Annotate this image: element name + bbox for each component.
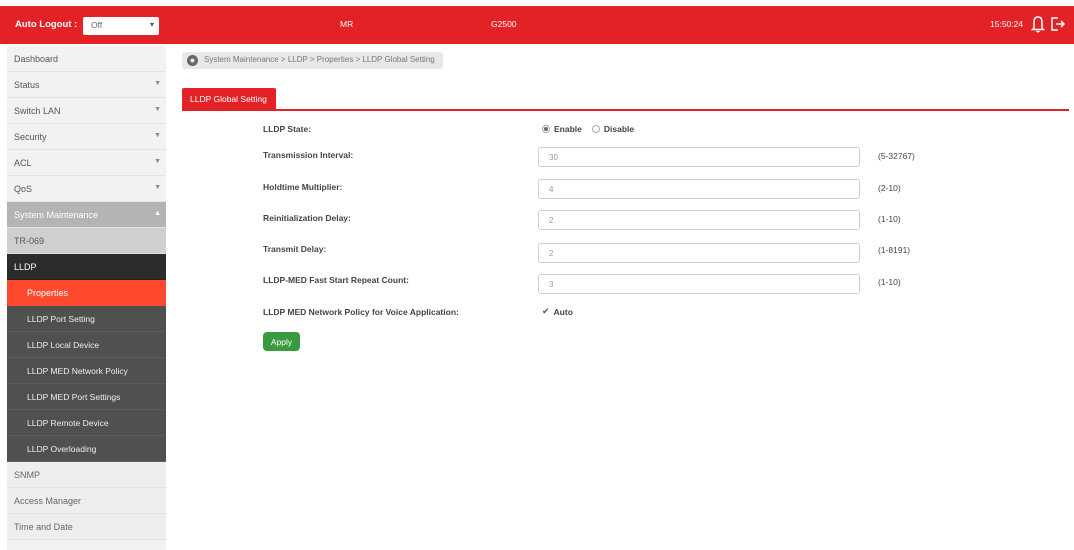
- transmission-interval-range: (5-32767): [878, 151, 915, 161]
- transmit-delay-label: Transmit Delay:: [263, 244, 327, 254]
- sidebar-item-label: SNMP: [14, 470, 41, 480]
- chevron-up-icon: ▲: [154, 210, 161, 217]
- sidebar-item-label: LLDP MED Port Settings: [27, 392, 121, 402]
- sidebar-item-label: Security: [14, 132, 47, 142]
- sidebar-item-status[interactable]: Status ▼: [7, 72, 166, 98]
- sidebar-item-label: Dashboard: [14, 54, 59, 64]
- sidebar-item-label: Access Manager: [14, 496, 82, 506]
- med-fast-start-input[interactable]: 3: [538, 274, 860, 294]
- sidebar-item-dashboard[interactable]: Dashboard: [7, 46, 166, 72]
- holdtime-multiplier-range: (2-10): [878, 183, 901, 193]
- chevron-down-icon: ▼: [154, 80, 161, 87]
- sidebar-item-label: System Maintenance: [14, 210, 99, 220]
- checkmark-icon[interactable]: ✔: [542, 306, 550, 317]
- sidebar-item-label: LLDP Overloading: [27, 444, 97, 454]
- model-name: G2500: [491, 19, 517, 29]
- lldp-state-radio-group: Enable Disable: [542, 124, 634, 134]
- sidebar-item-lldp-med-port-settings[interactable]: LLDP MED Port Settings: [7, 384, 166, 410]
- sidebar: Dashboard Status ▼ Switch LAN ▼ Security ▼ …: [7, 46, 166, 550]
- sidebar-item-lldp-med-network-policy[interactable]: LLDP MED Network Policy: [7, 358, 166, 384]
- reinit-delay-label: Reinitialization Delay:: [263, 213, 351, 223]
- sidebar-item-label: TR-069: [14, 236, 45, 246]
- enable-radio[interactable]: [542, 125, 550, 133]
- transmit-delay-range: (1-8191): [878, 245, 911, 255]
- chevron-down-icon: ▼: [154, 158, 161, 165]
- chevron-down-icon: ▾: [149, 20, 154, 29]
- med-fast-start-label: LLDP-MED Fast Start Repeat Count:: [263, 275, 409, 285]
- chevron-down-icon: ▼: [154, 132, 161, 139]
- breadcrumb-text: System Maintenance > LLDP > Properties >…: [204, 55, 435, 64]
- sidebar-item-snmp[interactable]: SNMP: [7, 462, 166, 488]
- sidebar-item-lldp[interactable]: LLDP: [7, 254, 166, 280]
- auto-logout-select[interactable]: Off ▾: [83, 17, 159, 35]
- med-voice-policy-check-group: ✔ Auto: [542, 306, 573, 317]
- model-mr: MR: [340, 19, 354, 29]
- breadcrumb: System Maintenance > LLDP > Properties >…: [182, 52, 443, 69]
- transmission-interval-input[interactable]: 30: [538, 147, 860, 167]
- sidebar-item-lldp-remote-device[interactable]: LLDP Remote Device: [7, 410, 166, 436]
- sidebar-item-switch-lan[interactable]: Switch LAN ▼: [7, 98, 166, 124]
- auto-checkbox-label: Auto: [553, 306, 573, 317]
- logout-icon[interactable]: [1050, 15, 1066, 33]
- tab-underline: [182, 109, 1069, 111]
- holdtime-multiplier-input[interactable]: 4: [538, 179, 860, 199]
- sidebar-item-lldp-overloading[interactable]: LLDP Overloading: [7, 436, 166, 462]
- lldp-state-label: LLDP State:: [263, 124, 312, 134]
- med-voice-policy-label: LLDP MED Network Policy for Voice Applic…: [263, 307, 459, 317]
- auto-logout-label: Auto Logout :: [15, 19, 78, 30]
- transmission-interval-label: Transmission Interval:: [263, 150, 354, 160]
- sidebar-item-label: LLDP Port Setting: [27, 314, 95, 324]
- disable-radio[interactable]: [591, 125, 600, 133]
- sidebar-item-acl[interactable]: ACL ▼: [7, 150, 166, 176]
- bell-icon[interactable]: [1031, 15, 1045, 33]
- transmit-delay-input[interactable]: 2: [538, 243, 860, 263]
- sidebar-item-security[interactable]: Security ▼: [7, 124, 166, 150]
- tab-lldp-global-setting[interactable]: LLDP Global Setting: [182, 88, 276, 109]
- sidebar-item-lldp-local-device[interactable]: LLDP Local Device: [7, 332, 166, 358]
- sidebar-item-label: ACL: [14, 158, 32, 168]
- sidebar-item-label: Properties: [27, 288, 69, 298]
- sidebar-item-label: LLDP: [14, 262, 37, 272]
- sidebar-item-tr069[interactable]: TR-069: [7, 228, 166, 254]
- sidebar-item-label: QoS: [14, 184, 33, 194]
- sidebar-item-system-maintenance[interactable]: System Maintenance ▲: [7, 202, 166, 228]
- location-icon: [187, 55, 198, 66]
- auto-logout-value: Off: [91, 20, 103, 30]
- holdtime-multiplier-label: Holdtime Multiplier:: [263, 182, 343, 192]
- sidebar-item-label: LLDP Local Device: [27, 340, 100, 350]
- apply-button[interactable]: Apply: [263, 332, 300, 351]
- top-bar: Auto Logout : Off ▾ MR G2500 15:50:24: [0, 6, 1074, 44]
- reinit-delay-range: (1-10): [878, 214, 901, 224]
- sidebar-item-qos[interactable]: QoS ▼: [7, 176, 166, 202]
- sidebar-item-label: Switch LAN: [14, 106, 61, 116]
- sidebar-item-label: LLDP Remote Device: [27, 418, 109, 428]
- disable-radio-label: Disable: [603, 124, 635, 134]
- chevron-down-icon: ▼: [154, 106, 161, 113]
- med-fast-start-range: (1-10): [878, 277, 901, 287]
- sidebar-item-label: Time and Date: [14, 522, 73, 532]
- sidebar-item-properties[interactable]: Properties: [7, 280, 166, 306]
- sidebar-item-time-and-date[interactable]: Time and Date: [7, 514, 166, 540]
- enable-radio-label: Enable: [554, 124, 582, 134]
- sidebar-item-access-manager[interactable]: Access Manager: [7, 488, 166, 514]
- reinit-delay-input[interactable]: 2: [538, 210, 860, 230]
- sidebar-item-label: LLDP MED Network Policy: [27, 366, 128, 376]
- sidebar-item-label: Status: [14, 80, 40, 90]
- chevron-down-icon: ▼: [154, 184, 161, 191]
- clock: 15:50:24: [990, 19, 1024, 29]
- sidebar-item-lldp-port-setting[interactable]: LLDP Port Setting: [7, 306, 166, 332]
